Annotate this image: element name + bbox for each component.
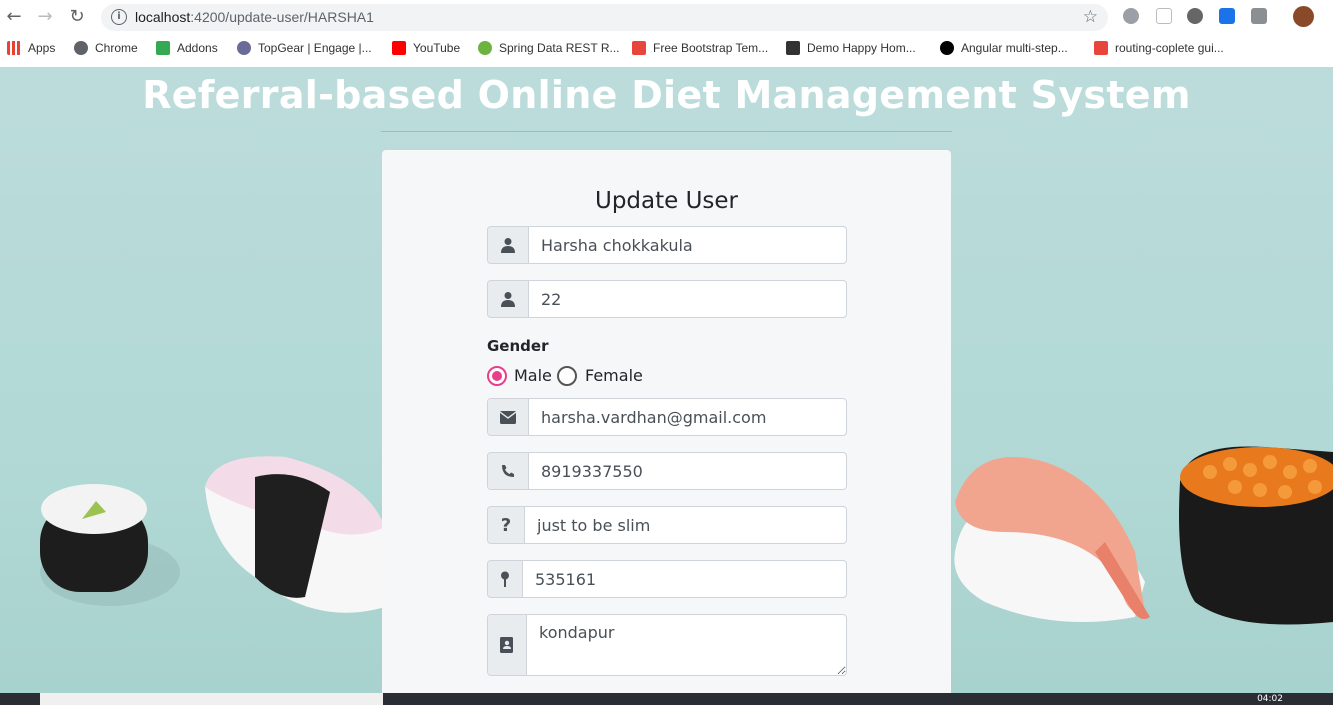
gender-label: Gender xyxy=(487,337,549,355)
address-book-icon xyxy=(488,615,527,675)
address-bar[interactable]: i localhost:4200/update-user/HARSHA1 ☆ xyxy=(101,4,1108,31)
taskbar-search-box[interactable] xyxy=(40,693,383,705)
name-input[interactable] xyxy=(529,227,846,263)
g-icon xyxy=(940,41,954,55)
sushi-roll-illustration xyxy=(40,484,180,606)
phone-input-group xyxy=(487,452,847,490)
topgear-icon xyxy=(237,41,251,55)
routing-icon xyxy=(1094,41,1108,55)
female-radio-label[interactable]: Female xyxy=(585,366,643,385)
extension-icon[interactable] xyxy=(1123,8,1139,24)
w3-icon xyxy=(786,41,800,55)
extension-icon[interactable] xyxy=(1219,8,1235,24)
puzzle-icon xyxy=(156,41,170,55)
bookmark-label: Addons xyxy=(177,41,218,55)
bookmark-label: YouTube xyxy=(413,41,461,55)
extension-icon[interactable] xyxy=(1187,8,1203,24)
url-path: :4200/update-user/HARSHA1 xyxy=(190,9,374,25)
update-user-card: Update User Gender Male Female xyxy=(382,150,951,693)
divider xyxy=(381,131,952,132)
reason-input[interactable] xyxy=(525,507,846,543)
bookmarks-bar: Apps Chrome Addons TopGear | Engage |...… xyxy=(0,36,1333,62)
bookmark-label: Apps xyxy=(28,41,56,55)
profile-avatar[interactable] xyxy=(1293,6,1314,27)
bookmark-label: TopGear | Engage |... xyxy=(258,41,372,55)
page-headline: Referral-based Online Diet Management Sy… xyxy=(142,73,1191,117)
reason-input-group: ? xyxy=(487,506,847,544)
male-radio-label[interactable]: Male xyxy=(514,366,552,385)
female-radio[interactable] xyxy=(557,366,577,386)
name-input-group xyxy=(487,226,847,264)
extension-icon[interactable] xyxy=(1156,8,1172,24)
browser-chrome: ← → ↻ i localhost:4200/update-user/HARSH… xyxy=(0,0,1333,67)
form-title: Update User xyxy=(594,188,739,214)
phone-input[interactable] xyxy=(529,453,846,489)
bookmark-spring[interactable]: Spring Data REST R... xyxy=(478,41,620,55)
address-textarea[interactable]: kondapur xyxy=(527,615,846,675)
bookmark-addons[interactable]: Addons xyxy=(156,41,218,55)
bookmark-label: Spring Data REST R... xyxy=(499,41,620,55)
bookmark-topgear[interactable]: TopGear | Engage |... xyxy=(237,41,372,55)
browser-toolbar: ← → ↻ i localhost:4200/update-user/HARSH… xyxy=(0,0,1333,34)
pincode-input[interactable] xyxy=(523,561,846,597)
apps-grid-icon xyxy=(7,41,21,55)
email-input[interactable] xyxy=(529,399,846,435)
s-icon xyxy=(632,41,646,55)
envelope-icon xyxy=(488,399,529,435)
bookmark-star-icon[interactable]: ☆ xyxy=(1083,7,1098,27)
sushi-shrimp-illustration xyxy=(954,457,1150,622)
bookmark-apps[interactable]: Apps xyxy=(7,41,55,55)
url-text[interactable]: localhost:4200/update-user/HARSHA1 xyxy=(135,9,374,25)
bookmark-demo[interactable]: Demo Happy Hom... xyxy=(786,41,916,55)
page-background: Referral-based Online Diet Management Sy… xyxy=(0,67,1333,693)
age-input-group xyxy=(487,280,847,318)
bookmark-label: Chrome xyxy=(95,41,138,55)
sushi-ikura-illustration xyxy=(1179,446,1333,625)
email-input-group xyxy=(487,398,847,436)
forward-icon[interactable]: → xyxy=(34,6,56,28)
question-icon: ? xyxy=(488,507,525,543)
bookmark-angular[interactable]: Angular multi-step... xyxy=(940,41,1068,55)
bookmark-bootstrap[interactable]: Free Bootstrap Tem... xyxy=(632,41,768,55)
chrome-icon xyxy=(74,41,88,55)
sushi-nigiri-illustration xyxy=(205,456,385,613)
bookmark-chrome[interactable]: Chrome xyxy=(74,41,138,55)
bookmark-youtube[interactable]: YouTube xyxy=(392,41,460,55)
bookmark-routing[interactable]: routing-coplete gui... xyxy=(1094,41,1224,55)
bookmark-label: Demo Happy Hom... xyxy=(807,41,916,55)
bookmark-label: routing-coplete gui... xyxy=(1115,41,1224,55)
taskbar-clock: 04:02 xyxy=(1257,694,1283,704)
reload-icon[interactable]: ↻ xyxy=(66,6,88,28)
info-icon[interactable]: i xyxy=(111,9,127,25)
user-icon xyxy=(488,227,529,263)
url-host: localhost xyxy=(135,9,191,25)
bookmark-label: Free Bootstrap Tem... xyxy=(653,41,769,55)
phone-icon xyxy=(488,453,529,489)
extension-icon[interactable] xyxy=(1251,8,1267,24)
bookmark-label: Angular multi-step... xyxy=(961,41,1068,55)
back-icon[interactable]: ← xyxy=(3,6,25,28)
map-pin-icon xyxy=(488,561,523,597)
age-input[interactable] xyxy=(529,281,846,317)
os-taskbar: 04:02 xyxy=(0,693,1333,705)
user-icon xyxy=(488,281,529,317)
male-radio[interactable] xyxy=(487,366,507,386)
pincode-input-group xyxy=(487,560,847,598)
address-input-group: kondapur xyxy=(487,614,847,676)
spring-icon xyxy=(478,41,492,55)
youtube-icon xyxy=(392,41,406,55)
